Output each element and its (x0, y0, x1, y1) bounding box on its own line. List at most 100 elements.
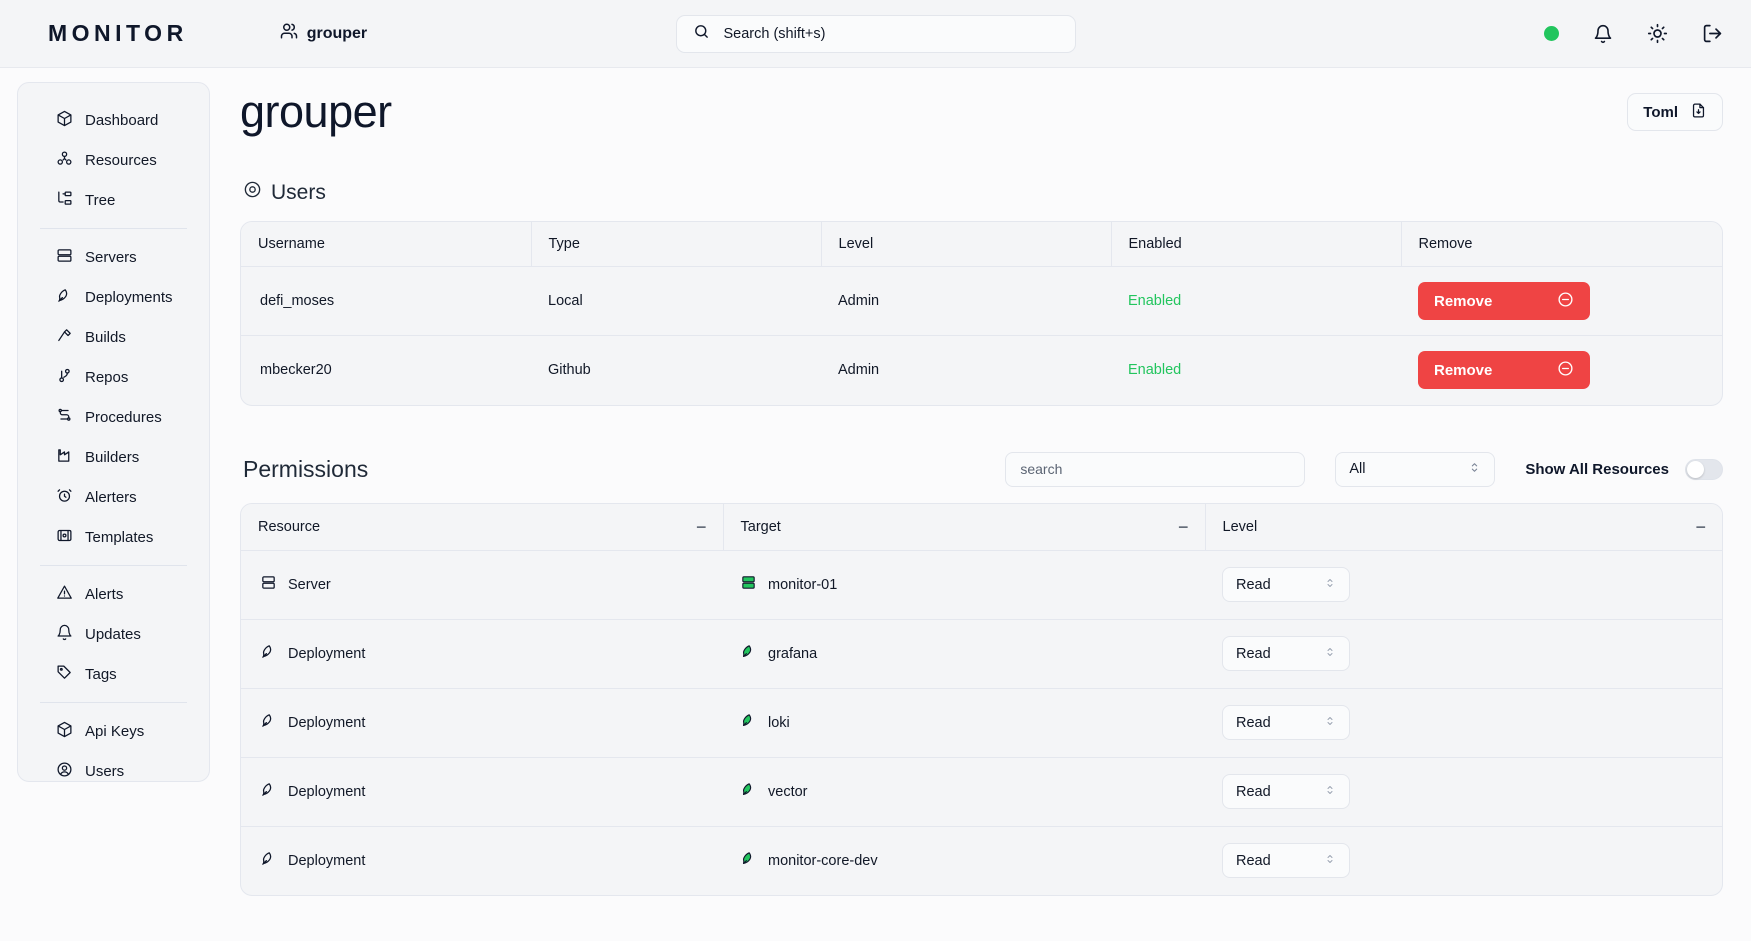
user-remove-cell: Remove (1401, 266, 1722, 336)
sidebar-item-procedures[interactable]: Procedures (18, 397, 209, 437)
permissions-col-level[interactable]: Level − (1205, 503, 1722, 551)
sidebar-item-users[interactable]: Users (18, 751, 209, 791)
user-type: Local (531, 266, 821, 336)
sidebar-item-templates[interactable]: Templates (18, 517, 209, 557)
permission-target-label: loki (768, 714, 790, 731)
remove-button-label: Remove (1434, 292, 1493, 310)
permissions-heading: Permissions (243, 455, 369, 482)
show-all-resources-control[interactable]: Show All Resources (1525, 458, 1723, 480)
permission-resource-cell: Deployment (241, 688, 723, 758)
page-header: grouper Toml (240, 86, 1723, 138)
permission-resource-label: Server (288, 576, 331, 593)
permission-level-value: Read (1236, 645, 1271, 662)
show-all-resources-label: Show All Resources (1525, 460, 1669, 478)
permission-target-cell: monitor-core-dev (723, 826, 1205, 895)
rocket-icon (260, 850, 277, 871)
sidebar-item-updates[interactable]: Updates (18, 614, 209, 654)
rocket-icon (260, 781, 277, 802)
table-row[interactable]: Deployment loki Read (241, 688, 1722, 758)
chevron-up-down-icon (1324, 577, 1336, 593)
bell-icon (56, 624, 73, 645)
group-breadcrumb[interactable]: grouper (280, 22, 367, 45)
permissions-col-target[interactable]: Target − (723, 503, 1206, 551)
server-icon (56, 247, 73, 268)
table-row[interactable]: Deployment grafana Read (241, 619, 1722, 689)
bell-icon[interactable] (1593, 24, 1613, 44)
permission-level-value: Read (1236, 576, 1271, 593)
server-icon-green (740, 574, 757, 595)
rocket-icon (260, 643, 277, 664)
resources-icon (56, 150, 73, 171)
user-level: Admin (838, 362, 880, 379)
main-content: grouper Toml Users Username Type Level E… (210, 68, 1751, 941)
permissions-card: Resource − Target − Level − Server monit… (240, 502, 1723, 896)
git-branch-icon (56, 367, 73, 388)
users-heading-label: Users (271, 180, 326, 204)
permissions-table: Resource − Target − Level − Server monit… (241, 503, 1722, 896)
sidebar-item-alerts[interactable]: Alerts (18, 574, 209, 614)
sidebar-item-alerters[interactable]: Alerters (18, 477, 209, 517)
permissions-search-input[interactable] (1005, 451, 1306, 487)
sidebar-item-builders[interactable]: Builders (18, 437, 209, 477)
permission-level-select[interactable]: Read (1222, 567, 1350, 602)
toml-button[interactable]: Toml (1627, 93, 1723, 131)
permissions-toolbar: All Show All Resources (1005, 451, 1723, 487)
procedures-icon (56, 407, 73, 428)
sidebar-divider (40, 228, 187, 229)
permission-level-select[interactable]: Read (1222, 705, 1350, 740)
permission-level-cell: Read (1205, 619, 1722, 689)
users-col-enabled: Enabled (1111, 222, 1402, 267)
sidebar-item-repos[interactable]: Repos (18, 357, 209, 397)
sidebar-item-builds[interactable]: Builds (18, 317, 209, 357)
permission-level-select[interactable]: Read (1222, 774, 1350, 809)
logout-icon[interactable] (1702, 23, 1723, 44)
sidebar-item-api-keys[interactable]: Api Keys (18, 711, 209, 751)
permission-level-cell: Read (1205, 688, 1722, 758)
permissions-filter-select[interactable]: All (1335, 451, 1496, 487)
user-enabled-status: Enabled (1128, 362, 1182, 379)
permission-resource-label: Deployment (288, 852, 366, 869)
permissions-col-resource[interactable]: Resource − (241, 503, 724, 551)
user-enabled-status: Enabled (1111, 266, 1401, 336)
sidebar-item-label: Deployments (85, 288, 173, 306)
sidebar-item-servers[interactable]: Servers (18, 237, 209, 277)
users-table: Username Type Level Enabled Remove defi_… (241, 222, 1722, 405)
user-username: defi_moses (241, 266, 531, 336)
remove-button[interactable]: Remove (1418, 282, 1590, 320)
table-row[interactable]: mbecker20 Github Admin Enabled Remove (241, 336, 1722, 405)
permission-target-label: monitor-01 (768, 576, 838, 593)
sun-icon[interactable] (1647, 23, 1668, 44)
server-icon (260, 574, 277, 595)
remove-button[interactable]: Remove (1418, 351, 1590, 390)
sidebar-item-label: Repos (85, 368, 129, 386)
box-icon (56, 721, 73, 742)
box-icon (56, 110, 73, 131)
sidebar-item-tree[interactable]: Tree (18, 180, 209, 220)
table-row[interactable]: Deployment monitor-core-dev Read (241, 826, 1722, 895)
show-all-resources-toggle[interactable] (1685, 458, 1723, 480)
chevron-up-down-icon (1468, 461, 1481, 478)
sidebar-item-tags[interactable]: Tags (18, 654, 209, 694)
users-col-type: Type (531, 222, 822, 267)
table-row[interactable]: defi_moses Local Admin Enabled Remove (241, 266, 1722, 336)
user-circle-icon (56, 761, 73, 782)
global-search[interactable]: Search (shift+s) (675, 14, 1076, 53)
toml-button-label: Toml (1643, 103, 1678, 121)
page-title: grouper (240, 86, 392, 137)
hammer-icon (56, 327, 73, 348)
permission-level-select[interactable]: Read (1222, 636, 1350, 671)
table-row[interactable]: Server monitor-01 Read (241, 550, 1722, 620)
users-icon (280, 22, 298, 45)
sidebar-item-deployments[interactable]: Deployments (18, 277, 209, 317)
table-row[interactable]: Deployment vector Read (241, 757, 1722, 827)
permission-target-cell: grafana (723, 619, 1205, 689)
users-col-username: Username (241, 222, 532, 267)
permission-target-label: monitor-core-dev (768, 852, 878, 869)
sidebar-item-label: Resources (85, 151, 157, 169)
users-card: Username Type Level Enabled Remove defi_… (240, 221, 1723, 406)
template-icon (56, 527, 73, 548)
sidebar-item-resources[interactable]: Resources (18, 140, 209, 180)
rocket-icon (260, 712, 277, 733)
sidebar-item-dashboard[interactable]: Dashboard (18, 100, 209, 140)
permission-level-select[interactable]: Read (1222, 843, 1350, 879)
